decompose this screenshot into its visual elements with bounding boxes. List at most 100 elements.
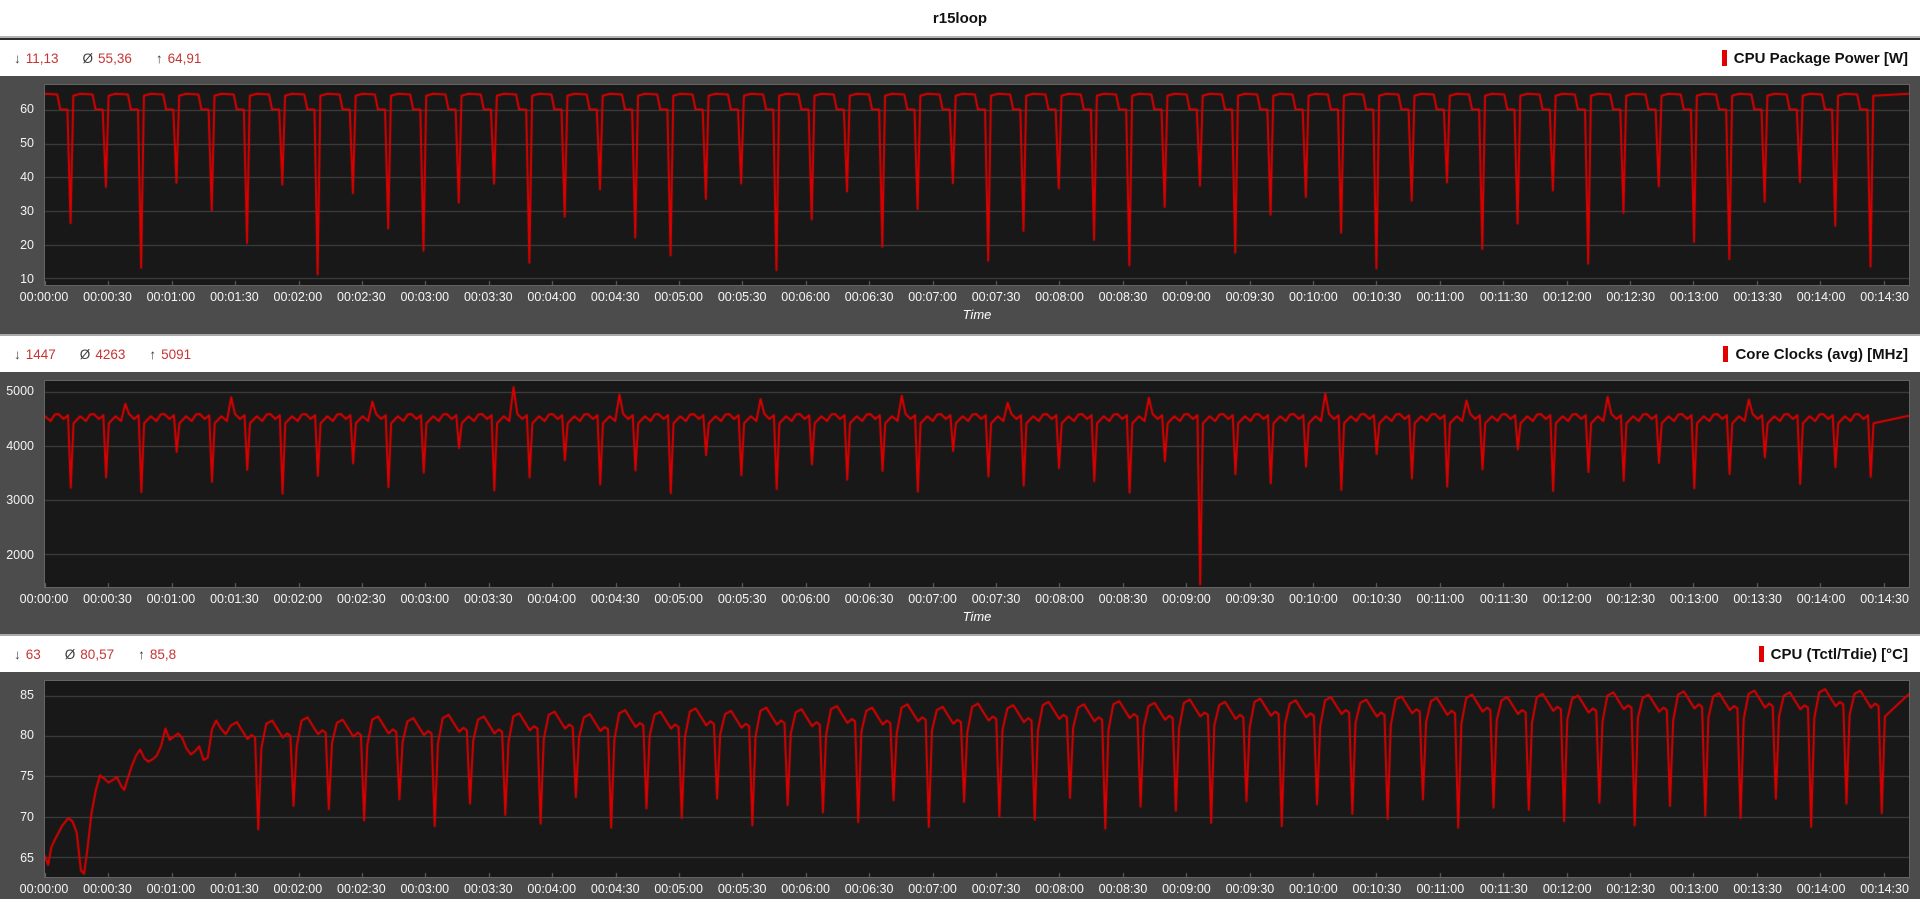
x-axis-tick-label: 00:11:30 [1479,592,1528,606]
y-axis-tick-label: 30 [20,204,34,219]
average-icon: Ø [79,346,91,362]
plot-canvas[interactable] [45,681,1909,877]
x-axis-tick-label: 00:12:30 [1606,290,1656,304]
x-axis-tick-label: 00:07:30 [971,882,1021,896]
series-legend: Core Clocks (avg) [MHz] [1723,346,1908,363]
plot-canvas[interactable] [45,85,1909,285]
stat-min: ↓ 11,13 [14,51,59,66]
y-axis-tick-label: 85 [20,687,34,702]
stat-avg: Ø 4263 [80,347,126,362]
x-axis-tick-label: 00:03:00 [400,290,450,304]
x-axis-tick-label: 00:06:00 [781,290,830,304]
x-axis-tick-label: 00:09:30 [1225,290,1275,304]
max-arrow-icon: ↑ [149,346,157,362]
x-axis-tick-label: 00:11:00 [1416,290,1465,304]
plot-area [44,380,1910,588]
x-axis-tick-label: 00:02:30 [337,592,386,606]
stat-max: ↑ 64,91 [156,51,202,66]
legend-label: CPU Package Power [W] [1733,49,1908,67]
window-title: r15loop [0,0,1920,36]
x-axis-tick-label: 00:08:00 [1035,290,1084,304]
max-arrow-icon: ↑ [138,646,145,662]
x-axis-tick-label: 00:11:30 [1479,882,1528,896]
x-axis-tick-label: 00:04:30 [590,592,640,606]
chart-stats: ↓ 11,13 Ø 55,36 ↑ 64,91 [14,51,225,66]
x-axis-tick-label: 00:00:00 [19,882,69,896]
stat-min-value: 11,13 [25,50,59,66]
series-legend: CPU Package Power [W] [1721,49,1908,67]
series-legend: CPU (Tctl/Tdie) [°C] [1758,646,1908,663]
plot-area [44,680,1910,878]
y-axis-tick-label: 60 [20,102,34,117]
x-axis-tick-label: 00:08:30 [1098,592,1148,606]
chart-section-core-clocks: ↓ 1447 Ø 4263 ↑ 5091 Core Clocks (avg) [… [0,336,1920,636]
x-axis-tick-label: 00:01:30 [210,592,259,606]
y-axis-tick-label: 50 [20,136,34,151]
x-axis-tick-label: 00:01:00 [146,290,196,304]
x-axis-title: Time [962,609,992,624]
chart-panel: 2000 3000 4000 5000 00:00:00 00:00:30 00:01:0… [0,372,1920,636]
x-axis-tick-label: 00:00:00 [19,290,69,304]
x-axis-tick-label: 00:09:00 [1162,882,1211,896]
x-axis-tick-label: 00:08:30 [1098,882,1148,896]
x-axis-tick-label: 00:12:00 [1542,592,1592,606]
x-axis-tick-label: 00:10:00 [1289,592,1338,606]
x-axis-tick-label: 00:00:30 [83,882,132,896]
y-axis-tick-label: 4000 [6,438,34,453]
x-axis-tick-label: 00:10:30 [1352,882,1402,896]
y-axis-tick-label: 75 [20,769,34,784]
x-axis-tick-label: 00:14:00 [1796,882,1846,896]
x-axis-tick-label: 00:09:00 [1162,290,1211,304]
x-axis-tick-label: 00:03:00 [400,592,450,606]
x-axis-tick-label: 00:02:30 [337,882,386,896]
x-axis-tick-label: 00:05:30 [717,882,767,896]
x-axis-tick-label: 00:10:00 [1289,882,1338,896]
plot-area [44,84,1910,286]
x-axis-tick-label: 00:07:00 [908,882,957,896]
y-axis-labels: 65 70 75 80 85 [0,680,40,878]
legend-color-marker [1721,50,1727,66]
x-axis-labels: 00:00:00 00:00:30 00:01:00 00:01:30 00:02:00… [20,878,1910,898]
chart-stats: ↓ 1447 Ø 4263 ↑ 5091 [14,347,215,362]
stat-avg: Ø 80,57 [65,647,114,662]
x-axis-tick-label: 00:06:00 [781,882,830,896]
x-axis-tick-label: 00:07:30 [971,592,1021,606]
x-axis-tick-label: 00:09:00 [1162,592,1211,606]
x-axis-tick-label: 00:13:00 [1669,290,1719,304]
x-axis-labels: 00:00:00 00:00:30 00:01:00 00:01:30 00:02:00… [20,286,1910,306]
x-axis-tick-label: 00:10:30 [1352,290,1402,304]
y-axis-tick-label: 20 [20,238,34,253]
x-axis-tick-label: 00:07:00 [908,592,957,606]
y-axis-tick-label: 40 [20,170,34,185]
x-axis-tick-label: 00:06:30 [844,290,894,304]
x-axis-tick-label: 00:00:30 [83,290,132,304]
y-axis-tick-label: 10 [20,272,34,287]
x-axis-tick-label: 00:11:00 [1416,592,1465,606]
x-axis-tick-label: 00:03:30 [463,882,513,896]
min-arrow-icon: ↓ [14,346,21,362]
chart-panel: 65 70 75 80 85 00:00:00 00:00:30 00:01:00 00:01… [0,672,1920,899]
x-axis-tick-label: 00:12:30 [1606,882,1656,896]
x-axis-tick-label: 00:09:30 [1225,592,1275,606]
plot-canvas[interactable] [45,381,1909,587]
x-axis-tick-label: 00:01:30 [210,290,259,304]
x-axis-tick-label: 00:09:30 [1225,882,1275,896]
stat-min: ↓ 1447 [14,347,56,362]
x-axis-tick-label: 00:05:00 [654,882,704,896]
x-axis-tick-label: 00:05:30 [717,290,767,304]
y-axis-tick-label: 80 [20,728,34,743]
x-axis-tick-label: 00:06:00 [781,592,830,606]
stat-max-value: 64,91 [167,50,202,66]
chart-panel: 10 20 30 40 50 60 00:00:00 00:00:30 00:01:00 00:… [0,76,1920,336]
x-axis-tick-label: 00:00:30 [83,592,132,606]
y-axis-tick-label: 3000 [6,493,34,508]
log-viewer-window: r15loop ↓ 11,13 Ø 55,36 ↑ 64,91 CPU Pack… [0,0,1920,899]
x-axis-tick-label: 00:11:30 [1479,290,1528,304]
x-axis-tick-label: 00:04:30 [590,882,640,896]
x-axis-tick-label: 00:06:30 [844,592,894,606]
x-axis-tick-label: 00:02:00 [273,882,323,896]
stat-max-value: 85,8 [149,646,177,662]
x-axis-tick-label: 00:04:00 [527,882,577,896]
y-axis-labels: 10 20 30 40 50 60 [0,84,40,286]
x-axis-tick-label: 00:06:30 [844,882,894,896]
